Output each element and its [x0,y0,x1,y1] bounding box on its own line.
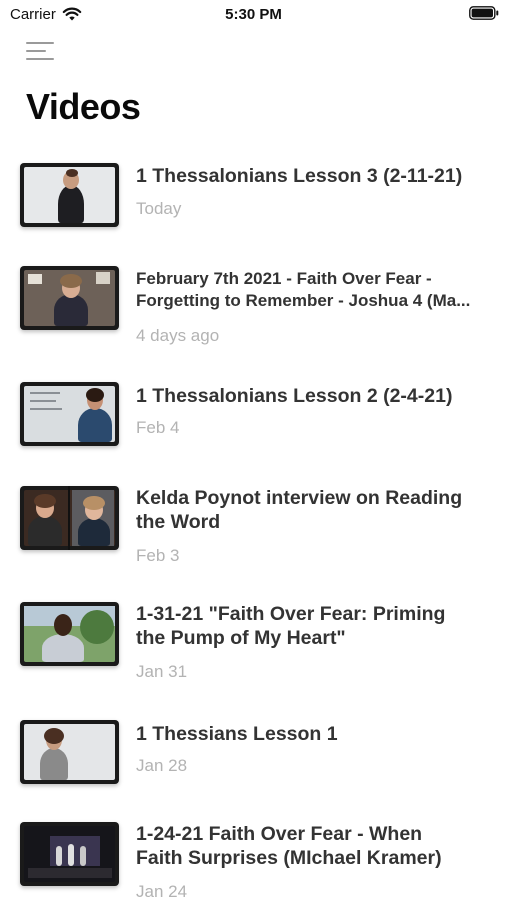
video-date: Jan 31 [136,662,188,681]
video-item[interactable]: 1 Thessalonians Lesson 3 (2-11-21) Today [0,160,507,230]
video-thumbnail[interactable] [20,822,119,886]
video-thumbnail[interactable] [20,382,119,446]
video-item[interactable]: 1 Thessians Lesson 1 Jan 28 [0,718,507,788]
video-thumbnail[interactable] [20,720,119,784]
video-date: Feb 4 [136,418,180,437]
video-item[interactable]: 1 Thessalonians Lesson 2 (2-4-21) Feb 4 [0,380,507,450]
video-title[interactable]: the Word [136,510,491,534]
video-list: 1 Thessalonians Lesson 3 (2-11-21) Today… [0,0,507,900]
video-date: Feb 3 [136,546,180,565]
video-date: Today [136,199,182,218]
video-item[interactable]: 1-31-21 "Faith Over Fear: Priming the Pu… [0,600,507,684]
video-title[interactable]: the Pump of My Heart" [136,626,491,650]
video-item[interactable]: February 7th 2021 - Faith Over Fear - Fo… [0,264,507,348]
video-title[interactable]: Forgetting to Remember - Joshua 4 (Ma... [136,290,491,312]
video-title[interactable]: 1 Thessalonians Lesson 2 (2-4-21) [136,384,491,408]
video-title[interactable]: 1-31-21 "Faith Over Fear: Priming [136,602,491,626]
video-item[interactable]: 1-24-21 Faith Over Fear - When Faith Sur… [0,820,507,900]
video-title[interactable]: 1 Thessians Lesson 1 [136,722,491,746]
video-date: 4 days ago [136,326,220,345]
video-title[interactable]: 1 Thessalonians Lesson 3 (2-11-21) [136,164,491,188]
video-title[interactable]: 1-24-21 Faith Over Fear - When [136,822,491,846]
video-date: Jan 28 [136,756,188,775]
video-title[interactable]: Faith Surprises (MIchael Kramer) [136,846,491,870]
video-title[interactable]: February 7th 2021 - Faith Over Fear - [136,268,491,290]
video-thumbnail[interactable] [20,266,119,330]
video-item[interactable]: Kelda Poynot interview on Reading the Wo… [0,484,507,568]
video-thumbnail[interactable] [20,602,119,666]
video-thumbnail[interactable] [20,163,119,227]
video-date: Jan 24 [136,882,188,900]
video-thumbnail[interactable] [20,486,119,550]
video-title[interactable]: Kelda Poynot interview on Reading [136,486,491,510]
